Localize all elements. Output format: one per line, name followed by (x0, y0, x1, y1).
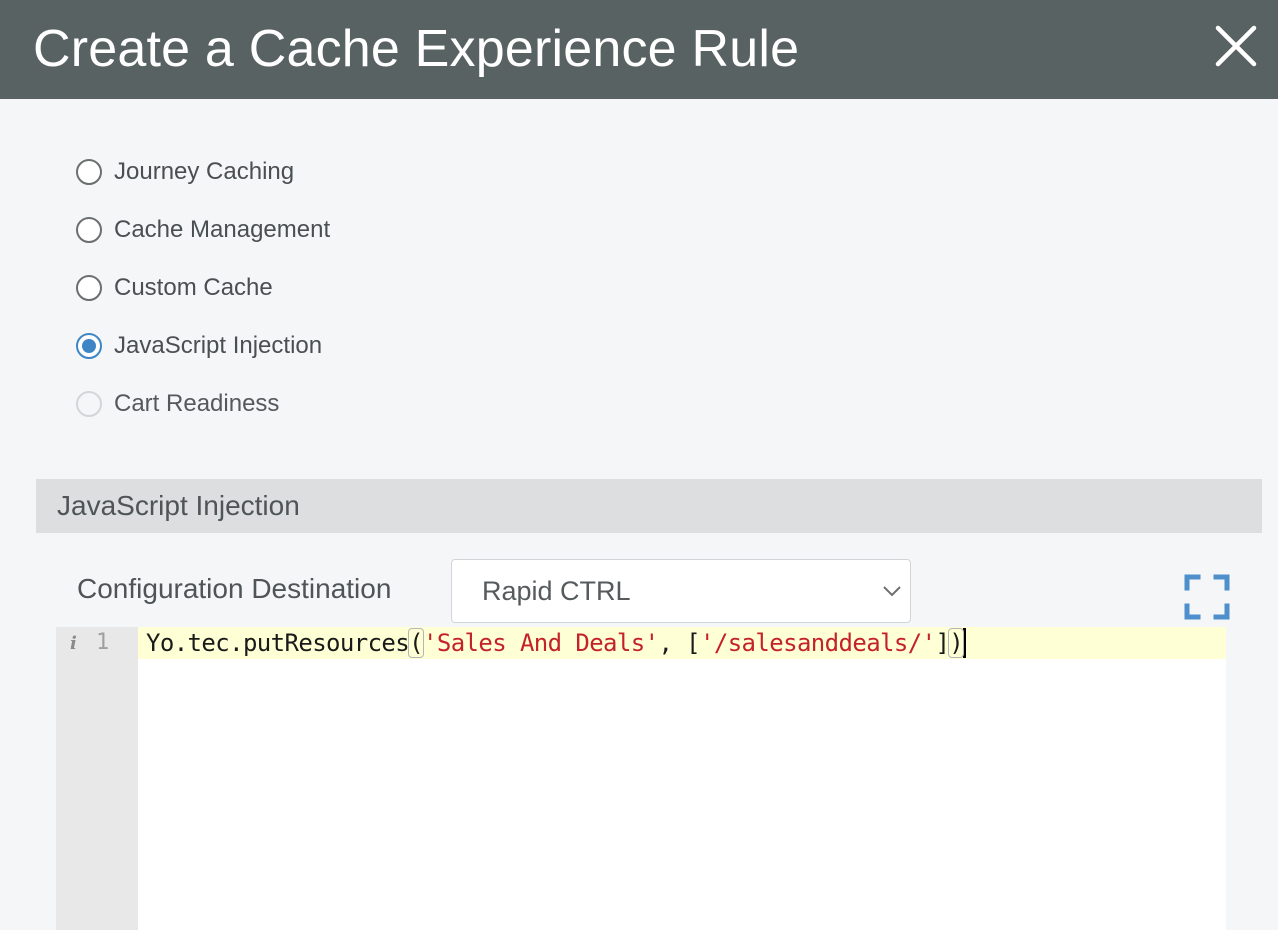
radio-label: Journey Caching (114, 158, 295, 185)
radio-button[interactable] (76, 275, 102, 301)
select-value: Rapid CTRL (482, 576, 631, 606)
radio-journey-caching[interactable]: Journey Caching (76, 155, 476, 189)
radio-label: Cart Readiness (114, 390, 280, 417)
section-title: JavaScript Injection (57, 490, 300, 521)
code-editor[interactable]: i 1 Yo.tec.putResources('Sales And Deals… (56, 627, 1226, 930)
radio-button[interactable] (76, 217, 102, 243)
radio-button-disabled (76, 391, 102, 417)
code-bracket: ( (408, 628, 424, 658)
code-string: '/salesanddeals/' (700, 629, 936, 657)
radio-button-selected[interactable] (76, 333, 102, 359)
config-destination-label: Configuration Destination (77, 573, 392, 604)
close-button[interactable] (1214, 24, 1258, 68)
line-number: 1 (96, 630, 110, 655)
text-cursor (963, 628, 967, 658)
dialog-title: Create a Cache Experience Rule (33, 20, 800, 78)
chevron-down-icon (883, 586, 901, 597)
editor-gutter: i 1 (56, 627, 138, 930)
expand-icon (1184, 574, 1230, 620)
code-token: ] (935, 629, 950, 657)
radio-cart-readiness: Cart Readiness (76, 387, 476, 421)
radio-label: Custom Cache (114, 274, 273, 301)
info-icon[interactable]: i (70, 633, 77, 654)
code-line[interactable]: Yo.tec.putResources('Sales And Deals', [… (146, 628, 967, 658)
dialog-header: Create a Cache Experience Rule (0, 0, 1278, 99)
radio-button[interactable] (76, 159, 102, 185)
radio-javascript-injection[interactable]: JavaScript Injection (76, 329, 476, 363)
radio-cache-management[interactable]: Cache Management (76, 213, 476, 247)
section-header: JavaScript Injection (36, 479, 1262, 533)
code-token: , [ (658, 629, 700, 657)
code-bracket: ) (948, 628, 965, 658)
close-icon (1215, 25, 1257, 67)
radio-custom-cache[interactable]: Custom Cache (76, 271, 476, 305)
code-token: Yo.tec.putResources (146, 629, 410, 657)
radio-label: JavaScript Injection (114, 332, 323, 359)
config-destination-select[interactable]: Rapid CTRL (451, 559, 911, 623)
code-string: 'Sales And Deals' (423, 629, 659, 657)
fullscreen-button[interactable] (1184, 574, 1230, 620)
radio-label: Cache Management (114, 216, 331, 243)
